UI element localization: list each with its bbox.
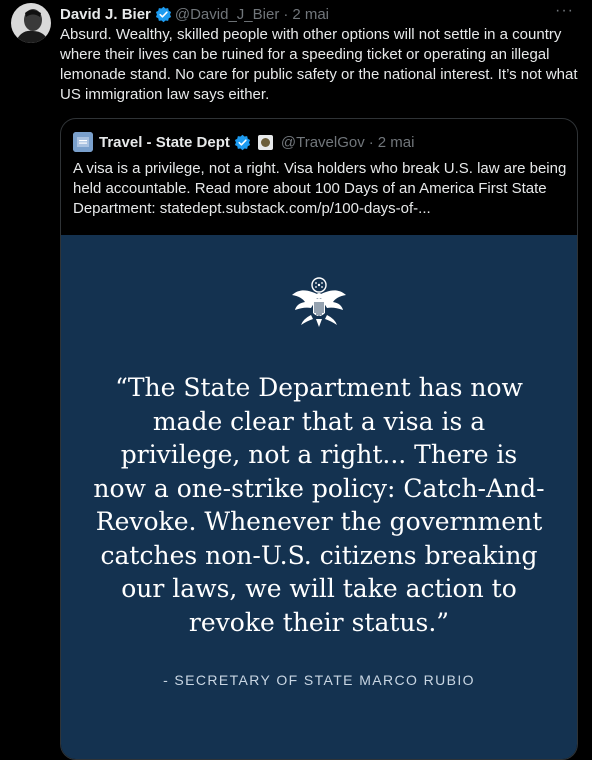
quoted-tweet[interactable]: Travel - State Dept @TravelGov · 2 mai A… <box>60 118 578 760</box>
tweet[interactable]: David J. Bier @David_J_Bier · 2 mai ··· … <box>0 0 592 760</box>
quoted-author-handle[interactable]: @TravelGov <box>281 134 365 151</box>
separator-dot: · <box>283 5 289 23</box>
quoted-tweet-header: Travel - State Dept @TravelGov · 2 mai <box>73 132 567 152</box>
quoted-author-avatar[interactable] <box>73 132 93 152</box>
more-options-icon[interactable]: ··· <box>555 2 574 20</box>
tweet-header: David J. Bier @David_J_Bier · 2 mai <box>60 4 582 24</box>
tweet-text: Absurd. Wealthy, skilled people with oth… <box>60 26 578 103</box>
verified-badge-icon <box>155 6 172 23</box>
author-avatar[interactable] <box>11 3 51 43</box>
quoted-author-name[interactable]: Travel - State Dept <box>99 134 230 151</box>
tweet-timestamp[interactable]: 2 mai <box>292 6 329 23</box>
quoted-tweet-text: A visa is a privilege, not a right. Visa… <box>73 160 567 217</box>
quoted-verified-badge-icon <box>234 134 251 151</box>
quote-attribution: - SECRETARY OF STATE MARCO RUBIO <box>163 672 475 688</box>
author-name[interactable]: David J. Bier <box>60 6 151 23</box>
quoted-separator-dot: · <box>368 133 374 151</box>
rubio-quote: “The State Department has now made clear… <box>93 373 545 637</box>
great-seal-eagle-icon <box>289 275 349 335</box>
state-seal-affiliate-icon[interactable] <box>257 134 273 150</box>
quote-image-card[interactable]: “The State Department has now made clear… <box>61 235 577 759</box>
author-handle[interactable]: @David_J_Bier <box>175 6 279 23</box>
quoted-timestamp[interactable]: 2 mai <box>378 134 415 151</box>
